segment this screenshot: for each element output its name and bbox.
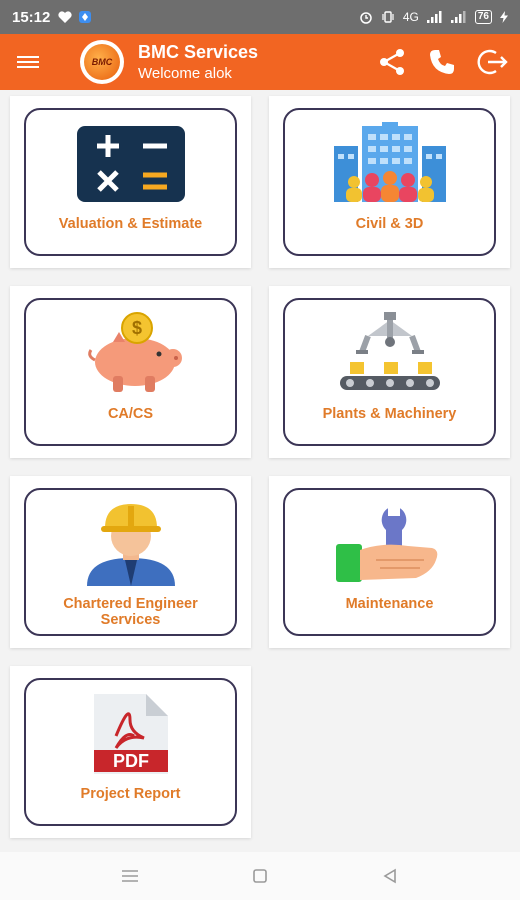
menu-button[interactable] <box>0 34 56 90</box>
engineer-icon <box>73 502 189 586</box>
calculator-icon <box>75 122 187 206</box>
wrench-hand-icon <box>332 502 448 586</box>
heart-icon <box>58 11 72 23</box>
logout-icon <box>477 49 508 75</box>
robotic-arm-icon <box>332 312 448 396</box>
service-label: Chartered Engineer Services <box>63 596 198 628</box>
logo-text: BMC <box>84 44 120 80</box>
pdf-icon-text: PDF <box>113 751 149 771</box>
app-logo: BMC <box>80 40 124 84</box>
svg-text:$: $ <box>131 318 141 338</box>
service-card-project-report[interactable]: PDF Project Report <box>10 666 251 838</box>
system-nav-bar <box>0 852 520 900</box>
app-title: BMC Services <box>138 42 259 62</box>
pdf-icon: PDF <box>86 692 176 776</box>
alarm-icon <box>359 10 373 24</box>
service-label: Maintenance <box>345 596 434 612</box>
service-label: Civil & 3D <box>355 216 424 232</box>
battery-indicator: 76 <box>474 10 492 24</box>
piggy-bank-icon: $ <box>73 312 189 396</box>
hamburger-icon <box>17 53 39 71</box>
service-card-valuation[interactable]: Valuation & Estimate <box>10 96 251 268</box>
share-icon <box>380 49 404 75</box>
status-bar: 15:12 4G 76 <box>0 0 520 34</box>
service-label: Project Report <box>80 786 181 802</box>
charging-icon <box>500 11 508 23</box>
services-grid: Valuation & Estimate Civil & 3D $ CA/CS … <box>10 96 510 838</box>
service-card-plants-machinery[interactable]: Plants & Machinery <box>269 286 510 458</box>
service-label: Plants & Machinery <box>322 406 457 422</box>
signal-icon <box>426 11 443 23</box>
call-button[interactable] <box>424 44 460 80</box>
app-bar: BMC BMC Services Welcome alok <box>0 34 520 90</box>
service-card-chartered-engineer[interactable]: Chartered Engineer Services <box>10 476 251 648</box>
service-card-ca-cs[interactable]: $ CA/CS <box>10 286 251 458</box>
welcome-text: Welcome alok <box>138 65 232 82</box>
service-label: Valuation & Estimate <box>58 216 203 232</box>
network-type: 4G <box>402 10 419 24</box>
recents-button[interactable] <box>115 861 145 891</box>
share-button[interactable] <box>374 44 410 80</box>
app-notification-icon <box>78 10 92 24</box>
phone-icon <box>430 50 454 74</box>
vibrate-icon <box>381 10 395 24</box>
home-button[interactable] <box>245 861 275 891</box>
signal-icon-2 <box>450 11 467 23</box>
menu-lines-icon <box>122 870 138 882</box>
buildings-icon <box>332 122 448 206</box>
service-card-maintenance[interactable]: Maintenance <box>269 476 510 648</box>
status-time: 15:12 <box>12 8 51 26</box>
service-label: CA/CS <box>107 406 154 422</box>
service-card-civil[interactable]: Civil & 3D <box>269 96 510 268</box>
back-button[interactable] <box>375 861 405 891</box>
back-triangle-icon <box>383 868 396 884</box>
logout-button[interactable] <box>474 44 510 80</box>
square-icon <box>253 869 267 883</box>
